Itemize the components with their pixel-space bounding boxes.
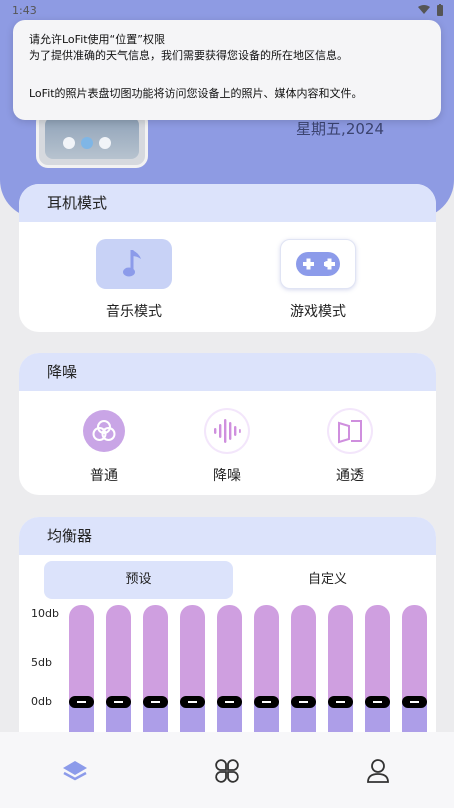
- normal-mode-icon: [92, 420, 116, 441]
- battery-icon: [437, 4, 443, 16]
- permission-photo-note: LoFit的照片表盘切图功能将访问您设备上的照片、媒体内容和文件。: [29, 87, 363, 100]
- normal-mode-button[interactable]: [83, 410, 125, 452]
- permission-title: 请允许LoFit使用“位置”权限: [29, 33, 165, 46]
- profile-icon: [367, 759, 389, 783]
- home-icon: [63, 761, 87, 781]
- tab-preset[interactable]: 预设: [44, 561, 233, 599]
- normal-mode-label: 普通: [90, 468, 118, 484]
- eq-band-handle[interactable]: [180, 696, 205, 708]
- eq-axis-label-0db: 0db: [31, 695, 52, 708]
- game-mode-button[interactable]: [280, 239, 356, 289]
- game-mode-label: 游戏模式: [290, 304, 346, 320]
- music-mode-button[interactable]: [96, 239, 172, 289]
- eq-axis-label-5db: 5db: [31, 656, 52, 669]
- transparency-button[interactable]: [329, 410, 371, 452]
- transparency-label: 通透: [336, 468, 364, 484]
- permission-dialog[interactable]: 请允许LoFit使用“位置”权限 为了提供准确的天气信息，我们需要获得您设备的所…: [13, 20, 441, 120]
- eq-band-handle[interactable]: [365, 696, 390, 708]
- gamepad-icon: [296, 252, 340, 276]
- bottom-nav: [0, 732, 454, 808]
- eq-band-handle[interactable]: [69, 696, 94, 708]
- wifi-icon: [418, 5, 430, 14]
- permission-body: 为了提供准确的天气信息，我们需要获得您设备的所在地区信息。: [29, 49, 348, 62]
- eq-band-handle[interactable]: [402, 696, 427, 708]
- eq-axis-label-10db: 10db: [31, 607, 59, 620]
- nav-apps[interactable]: [207, 754, 247, 788]
- noise-control-title: 降噪: [19, 353, 436, 391]
- status-bar: 1:43: [0, 0, 454, 22]
- apps-icon: [215, 759, 239, 783]
- nav-profile[interactable]: [358, 754, 398, 788]
- noise-control-card: 降噪 普通 降噪 通透: [19, 353, 436, 495]
- nav-home[interactable]: [55, 754, 95, 788]
- eq-band-handle[interactable]: [106, 696, 131, 708]
- eq-band-handle[interactable]: [291, 696, 316, 708]
- equalizer-tabs: 预设 自定义: [44, 561, 424, 599]
- earphone-mode-card: 耳机模式 音乐模式 游戏模式: [19, 184, 436, 332]
- eq-band-handle[interactable]: [143, 696, 168, 708]
- status-time: 1:43: [12, 4, 37, 17]
- eq-band-handle[interactable]: [217, 696, 242, 708]
- eq-band-handle[interactable]: [254, 696, 279, 708]
- equalizer-title: 均衡器: [19, 517, 436, 555]
- noise-reduction-icon: [214, 419, 241, 443]
- transparency-icon: [338, 420, 362, 444]
- noise-reduction-button[interactable]: [206, 410, 248, 452]
- earphone-mode-title: 耳机模式: [19, 184, 436, 222]
- eq-band-handle[interactable]: [328, 696, 353, 708]
- date-text: 星期五,2024: [296, 120, 384, 138]
- music-mode-label: 音乐模式: [106, 304, 162, 320]
- noise-reduction-label: 降噪: [213, 468, 241, 484]
- equalizer-card: 均衡器 预设 自定义 10db 5db 0db: [19, 517, 436, 757]
- music-note-icon: [123, 250, 141, 277]
- status-icons: [418, 4, 444, 16]
- tab-custom[interactable]: 自定义: [233, 561, 422, 599]
